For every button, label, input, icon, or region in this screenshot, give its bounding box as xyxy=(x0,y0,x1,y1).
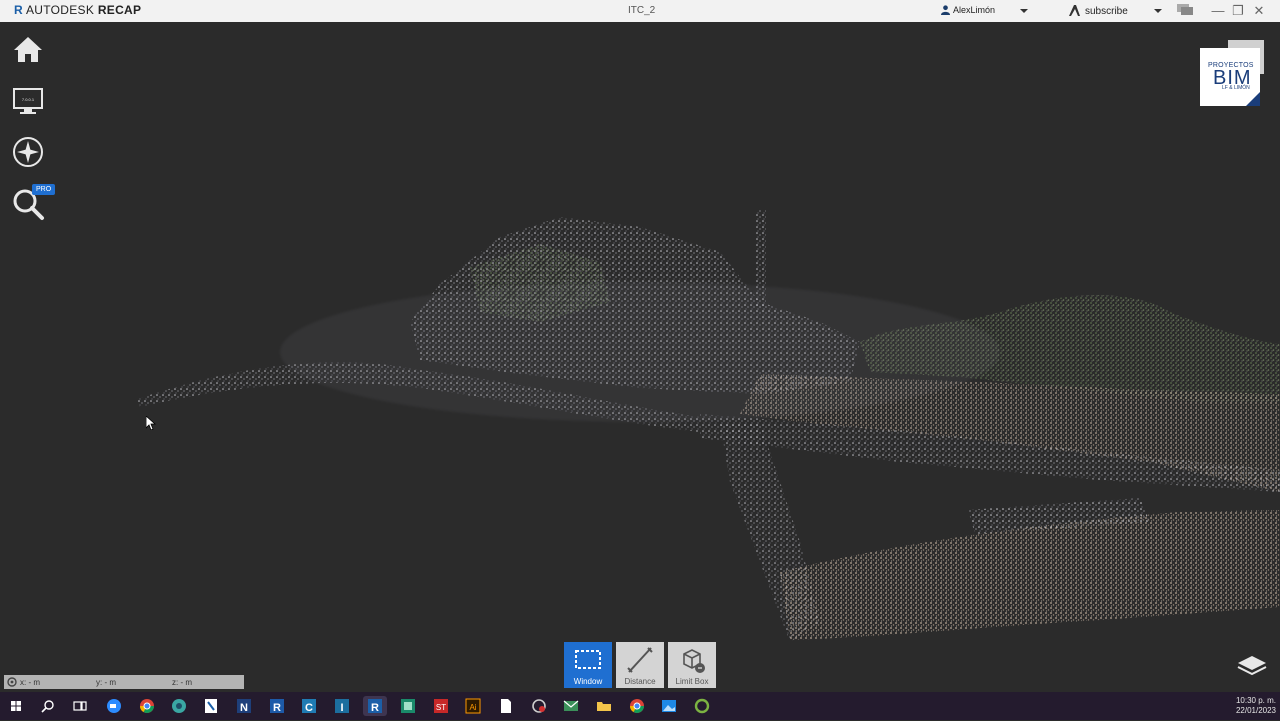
recap-taskbar-item[interactable]: R xyxy=(363,696,387,716)
coord-x: x: - m xyxy=(20,678,40,687)
compass-icon xyxy=(13,137,43,167)
window-tool-label: Window xyxy=(573,677,603,686)
user-name: AlexLimón xyxy=(953,5,996,15)
company-logo: PROYECTOS BIM LF & LIMÓN xyxy=(1200,48,1260,106)
navigation-button[interactable] xyxy=(10,134,46,170)
app-icon[interactable]: ST xyxy=(431,696,451,716)
close-icon[interactable]: ✕ xyxy=(1250,2,1268,20)
distance-icon xyxy=(627,647,653,673)
home-button[interactable] xyxy=(10,32,46,68)
svg-text:I: I xyxy=(340,702,343,714)
coordinate-readout: x: - m y: - m z: - m xyxy=(4,675,244,689)
coord-y: y: - m xyxy=(96,678,116,687)
chrome-icon[interactable] xyxy=(627,696,647,716)
zoom-icon[interactable] xyxy=(104,696,124,716)
limit-box-icon xyxy=(683,649,705,673)
user-dropdown-icon[interactable] xyxy=(1020,9,1028,13)
infraworks-icon[interactable]: I xyxy=(332,696,352,716)
logo-line3: LF & LIMÓN xyxy=(1222,85,1250,91)
app-icon[interactable] xyxy=(692,696,712,716)
distance-tool-label: Distance xyxy=(624,677,656,686)
app-icon[interactable] xyxy=(201,696,221,716)
illustrator-icon[interactable]: Ai xyxy=(463,696,483,716)
chat-icon[interactable] xyxy=(1177,4,1193,17)
svg-text:R: R xyxy=(273,702,281,714)
navisworks-icon[interactable]: N xyxy=(234,696,254,716)
mouse-cursor-icon xyxy=(146,416,156,430)
brand-product: RECAP xyxy=(97,3,142,17)
autodesk-a-icon xyxy=(1069,5,1080,16)
photos-icon[interactable] xyxy=(659,696,679,716)
logo-corner-icon xyxy=(1246,92,1260,106)
minimize-icon[interactable]: — xyxy=(1209,2,1227,20)
civil3d-icon[interactable]: C xyxy=(299,696,319,716)
home-icon xyxy=(14,37,42,62)
coordinate-settings-icon[interactable] xyxy=(7,677,17,687)
layers-icon xyxy=(1237,656,1267,676)
subscribe-menu[interactable]: subscribe xyxy=(1068,4,1128,17)
file-explorer-icon[interactable] xyxy=(594,696,614,716)
svg-text:R: R xyxy=(371,702,379,714)
coord-z: z: - m xyxy=(172,678,192,687)
subscribe-label: subscribe xyxy=(1085,6,1128,17)
svg-text:Ai: Ai xyxy=(469,703,476,712)
monitor-icon: 7.0.0.1 xyxy=(13,88,43,114)
app-icon[interactable] xyxy=(529,696,549,716)
user-icon xyxy=(941,5,950,15)
app-brand: R AUTODESK RECAP xyxy=(14,3,141,17)
window-select-tool[interactable]: Window xyxy=(564,642,612,688)
layers-button[interactable] xyxy=(1236,652,1268,680)
svg-text:7.0.0.1: 7.0.0.1 xyxy=(22,97,35,102)
display-settings-button[interactable]: 7.0.0.1 xyxy=(10,84,46,120)
system-clock[interactable]: 10:30 p. m. 22/01/2023 xyxy=(1228,696,1276,716)
point-cloud-viewport[interactable] xyxy=(0,22,1280,692)
svg-text:ST: ST xyxy=(436,703,446,712)
task-view-icon[interactable] xyxy=(70,696,90,716)
search-icon[interactable] xyxy=(38,696,58,716)
point-cloud-render xyxy=(135,210,1280,642)
svg-text:N: N xyxy=(240,702,248,714)
windows-taskbar: N R C I R ST Ai 10:30 p. m. 22/01/2023 xyxy=(0,692,1280,720)
document-title: ITC_2 xyxy=(628,5,656,16)
svg-text:C: C xyxy=(305,702,313,714)
brand-prefix: AUTODESK xyxy=(25,3,95,17)
mail-icon[interactable] xyxy=(561,696,581,716)
clock-date: 22/01/2023 xyxy=(1235,706,1276,715)
title-bar: R AUTODESK RECAP ITC_2 AlexLimón subscrib… xyxy=(0,0,1280,22)
clock-time: 10:30 p. m. xyxy=(1235,696,1276,705)
restore-icon[interactable]: ❐ xyxy=(1229,2,1247,20)
distance-tool[interactable]: Distance xyxy=(616,642,664,688)
limit-box-tool-label: Limit Box xyxy=(675,677,709,686)
user-menu[interactable]: AlexLimón xyxy=(941,5,995,15)
file-icon[interactable] xyxy=(496,696,516,716)
browser-icon[interactable] xyxy=(169,696,189,716)
window-select-icon xyxy=(575,650,601,669)
limit-box-tool[interactable]: Limit Box xyxy=(668,642,716,688)
pro-badge: PRO xyxy=(32,184,56,195)
subscribe-dropdown-icon[interactable] xyxy=(1154,9,1162,13)
recap-logo-icon: R xyxy=(14,3,23,17)
chrome-icon[interactable] xyxy=(137,696,157,716)
windows-start-icon[interactable] xyxy=(6,696,26,716)
app-icon[interactable] xyxy=(398,696,418,716)
revit-icon[interactable]: R xyxy=(267,696,287,716)
recap-icon: R xyxy=(368,699,382,714)
